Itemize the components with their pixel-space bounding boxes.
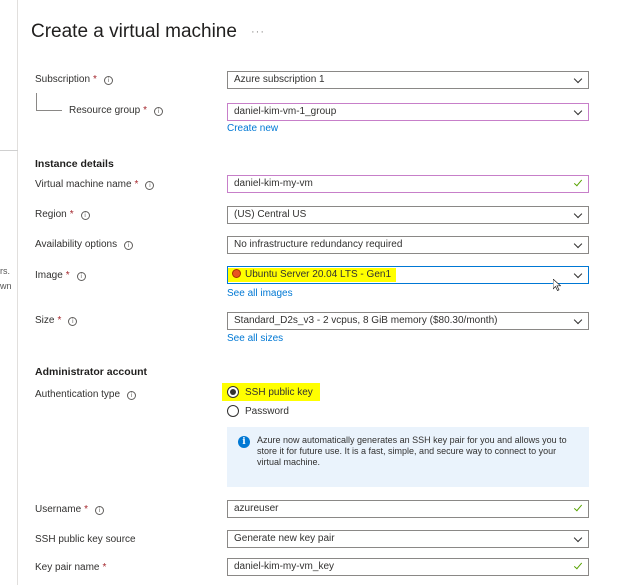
see-all-sizes-link[interactable]: See all sizes — [227, 333, 283, 344]
see-all-images-link[interactable]: See all images — [227, 288, 293, 299]
required-mark: * — [57, 315, 62, 326]
left-panel-edge — [0, 0, 18, 585]
required-mark: * — [84, 504, 89, 515]
left-cut-text-2: wn — [0, 281, 12, 291]
info-icon[interactable]: i — [80, 211, 90, 220]
info-icon[interactable]: i — [68, 317, 78, 326]
chevron-down-icon — [573, 533, 583, 543]
page-title: Create a virtual machine — [31, 21, 237, 42]
availability-label: Availability options i — [35, 238, 134, 252]
resource-group-label: Resource group * i — [69, 104, 164, 118]
chevron-down-icon — [573, 239, 583, 249]
valid-check-icon — [573, 177, 583, 187]
availability-dropdown[interactable]: No infrastructure redundancy required — [227, 236, 589, 254]
ssh-source-label: SSH public key source — [35, 534, 136, 545]
resource-group-dropdown[interactable]: daniel-kim-vm-1_group — [227, 103, 589, 121]
image-dropdown[interactable]: Ubuntu Server 20.04 LTS - Gen1 — [227, 266, 589, 284]
username-label: Username * i — [35, 503, 105, 517]
ssh-source-dropdown[interactable]: Generate new key pair — [227, 530, 589, 548]
info-icon[interactable]: i — [103, 76, 113, 85]
mouse-cursor-icon — [553, 279, 561, 291]
required-mark: * — [102, 562, 107, 573]
region-dropdown[interactable]: (US) Central US — [227, 206, 589, 224]
chevron-down-icon — [573, 106, 583, 116]
required-mark: * — [65, 270, 70, 281]
image-label: Image * i — [35, 269, 86, 283]
create-new-link[interactable]: Create new — [227, 123, 278, 134]
ssh-info-box: i Azure now automatically generates an S… — [227, 427, 589, 487]
required-mark: * — [134, 179, 139, 190]
info-filled-icon: i — [238, 436, 250, 448]
left-cut-text-1: rs. — [0, 266, 10, 276]
info-icon[interactable]: i — [124, 241, 134, 250]
valid-check-icon — [573, 502, 583, 512]
instance-details-header: Instance details — [35, 158, 114, 170]
radio-password[interactable]: Password — [227, 405, 289, 419]
info-icon[interactable]: i — [127, 391, 137, 400]
admin-account-header: Administrator account — [35, 366, 148, 378]
size-dropdown[interactable]: Standard_D2s_v3 - 2 vcpus, 8 GiB memory … — [227, 312, 589, 330]
key-pair-label: Key pair name * — [35, 562, 107, 573]
region-label: Region * i — [35, 208, 90, 222]
subscription-dropdown[interactable]: Azure subscription 1 — [227, 71, 589, 89]
info-icon[interactable]: i — [154, 107, 164, 116]
info-icon[interactable]: i — [145, 181, 155, 190]
radio-button[interactable] — [227, 405, 239, 417]
radio-ssh-public-key[interactable]: SSH public key — [227, 386, 313, 400]
radio-button-selected[interactable] — [227, 386, 239, 398]
required-mark: * — [93, 74, 97, 85]
more-options-icon[interactable]: ··· — [251, 26, 265, 38]
info-icon[interactable]: i — [76, 272, 86, 281]
username-input[interactable]: azureuser — [227, 500, 589, 518]
ssh-info-text: Azure now automatically generates an SSH… — [257, 435, 567, 467]
vm-name-input[interactable]: daniel-kim-my-vm — [227, 175, 589, 193]
vm-name-label: Virtual machine name * i — [35, 178, 155, 192]
chevron-down-icon — [573, 315, 583, 325]
chevron-down-icon — [573, 74, 583, 84]
size-label: Size * i — [35, 314, 78, 328]
left-panel-divider — [0, 150, 18, 151]
subscription-label: Subscription * i — [35, 73, 113, 87]
chevron-down-icon — [573, 269, 583, 279]
info-icon[interactable]: i — [95, 506, 105, 515]
image-highlight: Ubuntu Server 20.04 LTS - Gen1 — [228, 268, 397, 282]
key-pair-input[interactable]: daniel-kim-my-vm_key — [227, 558, 589, 576]
valid-check-icon — [573, 560, 583, 570]
chevron-down-icon — [573, 209, 583, 219]
required-mark: * — [69, 209, 74, 220]
auth-type-label: Authentication type i — [35, 388, 137, 402]
ubuntu-logo-icon — [232, 269, 241, 278]
tree-connector — [36, 93, 62, 111]
required-mark: * — [143, 105, 148, 116]
